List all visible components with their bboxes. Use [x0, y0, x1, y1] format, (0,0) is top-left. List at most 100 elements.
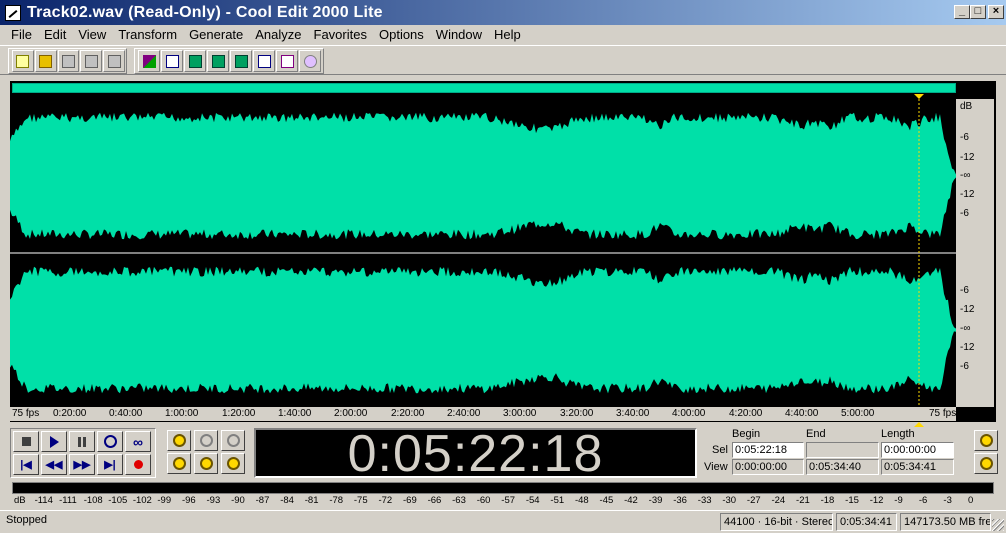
- menu-view[interactable]: View: [72, 26, 112, 43]
- selection-view-panel: Begin End Length Sel View 0:05:22:18 0:0…: [700, 428, 962, 478]
- time-tick: 4:40:00: [785, 408, 819, 419]
- overview-bar[interactable]: [12, 83, 956, 93]
- save-all-icon[interactable]: [103, 50, 125, 72]
- go-to-end-button[interactable]: ▶|: [97, 454, 123, 475]
- sel-end-field[interactable]: [806, 442, 879, 458]
- meter-tick: -93: [206, 495, 221, 506]
- view-length-field[interactable]: 0:05:34:41: [881, 459, 954, 475]
- status-text: Stopped: [6, 514, 47, 526]
- meter-tick: -6: [918, 495, 928, 506]
- zoom-out-horizontal-button[interactable]: [194, 430, 218, 451]
- edit-waveform-icon[interactable]: [138, 50, 160, 72]
- time-tick: 4:20:00: [729, 408, 763, 419]
- grid-icon[interactable]: [184, 50, 206, 72]
- waveform-graphic: [10, 99, 956, 407]
- menu-window[interactable]: Window: [430, 26, 488, 43]
- meter-tick: -45: [599, 495, 614, 506]
- loop-button[interactable]: ∞: [125, 431, 151, 452]
- rewind-button[interactable]: ◀◀: [41, 454, 67, 475]
- meter-tick: dB: [14, 495, 26, 506]
- db-label: -6: [960, 208, 969, 219]
- zoom-right-button[interactable]: [221, 453, 245, 474]
- meter-tick: -54: [525, 495, 540, 506]
- zoom-full-button[interactable]: [221, 430, 245, 451]
- waveform-channel-right: [10, 266, 956, 394]
- close-button[interactable]: ×: [988, 5, 1004, 19]
- meter-tick: -3: [943, 495, 952, 506]
- transport-controls: ∞ |◀ ◀◀ ▶▶ ▶|: [10, 428, 156, 478]
- waveform-display[interactable]: [10, 99, 956, 407]
- time-tick: 2:20:00: [391, 408, 425, 419]
- meter-tick: -60: [476, 495, 491, 506]
- menu-file[interactable]: File: [5, 26, 38, 43]
- end-header: End: [806, 428, 826, 440]
- meter-tick: -96: [181, 495, 196, 506]
- format-panel: 44100 · 16-bit · Stereo: [720, 513, 833, 531]
- waveform-channel-left: [10, 112, 956, 240]
- time-tick: 0:40:00: [109, 408, 143, 419]
- minimize-button[interactable]: _: [954, 5, 970, 19]
- zoom-in-horizontal-button[interactable]: [167, 430, 191, 451]
- menu-help[interactable]: Help: [488, 26, 527, 43]
- meter-tick: -81: [304, 495, 319, 506]
- resize-grip[interactable]: [992, 519, 1004, 531]
- view-toolbar-group: [134, 48, 324, 74]
- db-scale: dB -6 -12 -∞ -12 -6 -6 -12 -∞ -12 -6: [956, 99, 994, 407]
- meter-tick: -75: [353, 495, 368, 506]
- cursor-marker-bottom[interactable]: [914, 422, 924, 427]
- pause-button[interactable]: [69, 431, 95, 452]
- record-icon: [133, 460, 143, 469]
- view-begin-field[interactable]: 0:00:00:00: [732, 459, 804, 475]
- meter-tick: -87: [255, 495, 270, 506]
- menu-options[interactable]: Options: [373, 26, 430, 43]
- play-icon: [49, 435, 59, 448]
- db-label: -12: [960, 304, 975, 315]
- save-icon[interactable]: [57, 50, 80, 72]
- cd-icon[interactable]: [299, 50, 321, 72]
- zoom-in-vertical-icon: [979, 434, 993, 447]
- play-to-end-button[interactable]: [97, 431, 123, 452]
- go-to-start-button[interactable]: |◀: [13, 454, 39, 475]
- sel-begin-field[interactable]: 0:05:22:18: [732, 442, 804, 458]
- app-icon[interactable]: [5, 4, 21, 21]
- menu-generate[interactable]: Generate: [183, 26, 249, 43]
- stop-button[interactable]: [13, 431, 39, 452]
- time-ruler[interactable]: 75 fps 0:20:00 0:40:00 1:00:00 1:20:00 1…: [10, 407, 956, 421]
- fast-forward-button[interactable]: ▶▶: [69, 454, 95, 475]
- meter-tick: -33: [697, 495, 712, 506]
- new-file-icon[interactable]: [12, 50, 34, 72]
- title-bar[interactable]: Track02.wav (Read-Only) - Cool Edit 2000…: [0, 0, 1006, 25]
- play-list-icon[interactable]: [276, 50, 298, 72]
- cue-list-icon[interactable]: [230, 50, 252, 72]
- maximize-button[interactable]: □: [970, 5, 986, 19]
- zoom-full-icon: [226, 434, 240, 447]
- meter-tick: -72: [378, 495, 393, 506]
- zoom-in-vertical-button[interactable]: [974, 430, 998, 451]
- go-to-end-icon: ▶|: [104, 459, 116, 471]
- menu-edit[interactable]: Edit: [38, 26, 72, 43]
- zoom-to-selection-button[interactable]: [167, 453, 191, 474]
- menu-analyze[interactable]: Analyze: [249, 26, 307, 43]
- select-icon[interactable]: [161, 50, 183, 72]
- zoom-left-button[interactable]: [194, 453, 218, 474]
- open-file-icon[interactable]: [34, 50, 57, 72]
- meter-tick: -99: [157, 495, 172, 506]
- zoom-controls: [167, 428, 251, 478]
- zoom-out-vertical-button[interactable]: [974, 453, 998, 474]
- zoom-in-icon: [172, 434, 186, 447]
- view-end-field[interactable]: 0:05:34:40: [806, 459, 879, 475]
- sel-length-field[interactable]: 0:00:00:00: [881, 442, 954, 458]
- time-tick: 2:00:00: [334, 408, 368, 419]
- meter-tick: 0: [968, 495, 974, 506]
- menu-favorites[interactable]: Favorites: [308, 26, 373, 43]
- menu-transform[interactable]: Transform: [112, 26, 183, 43]
- meter-tick: -90: [231, 495, 245, 506]
- meter-tick: -36: [673, 495, 687, 506]
- record-button[interactable]: [125, 454, 151, 475]
- save-as-icon[interactable]: [80, 50, 103, 72]
- snap-icon[interactable]: [207, 50, 229, 72]
- db-label: -12: [960, 342, 975, 353]
- find-icon[interactable]: [253, 50, 275, 72]
- loop-icon: ∞: [133, 433, 143, 450]
- play-button[interactable]: [41, 431, 67, 452]
